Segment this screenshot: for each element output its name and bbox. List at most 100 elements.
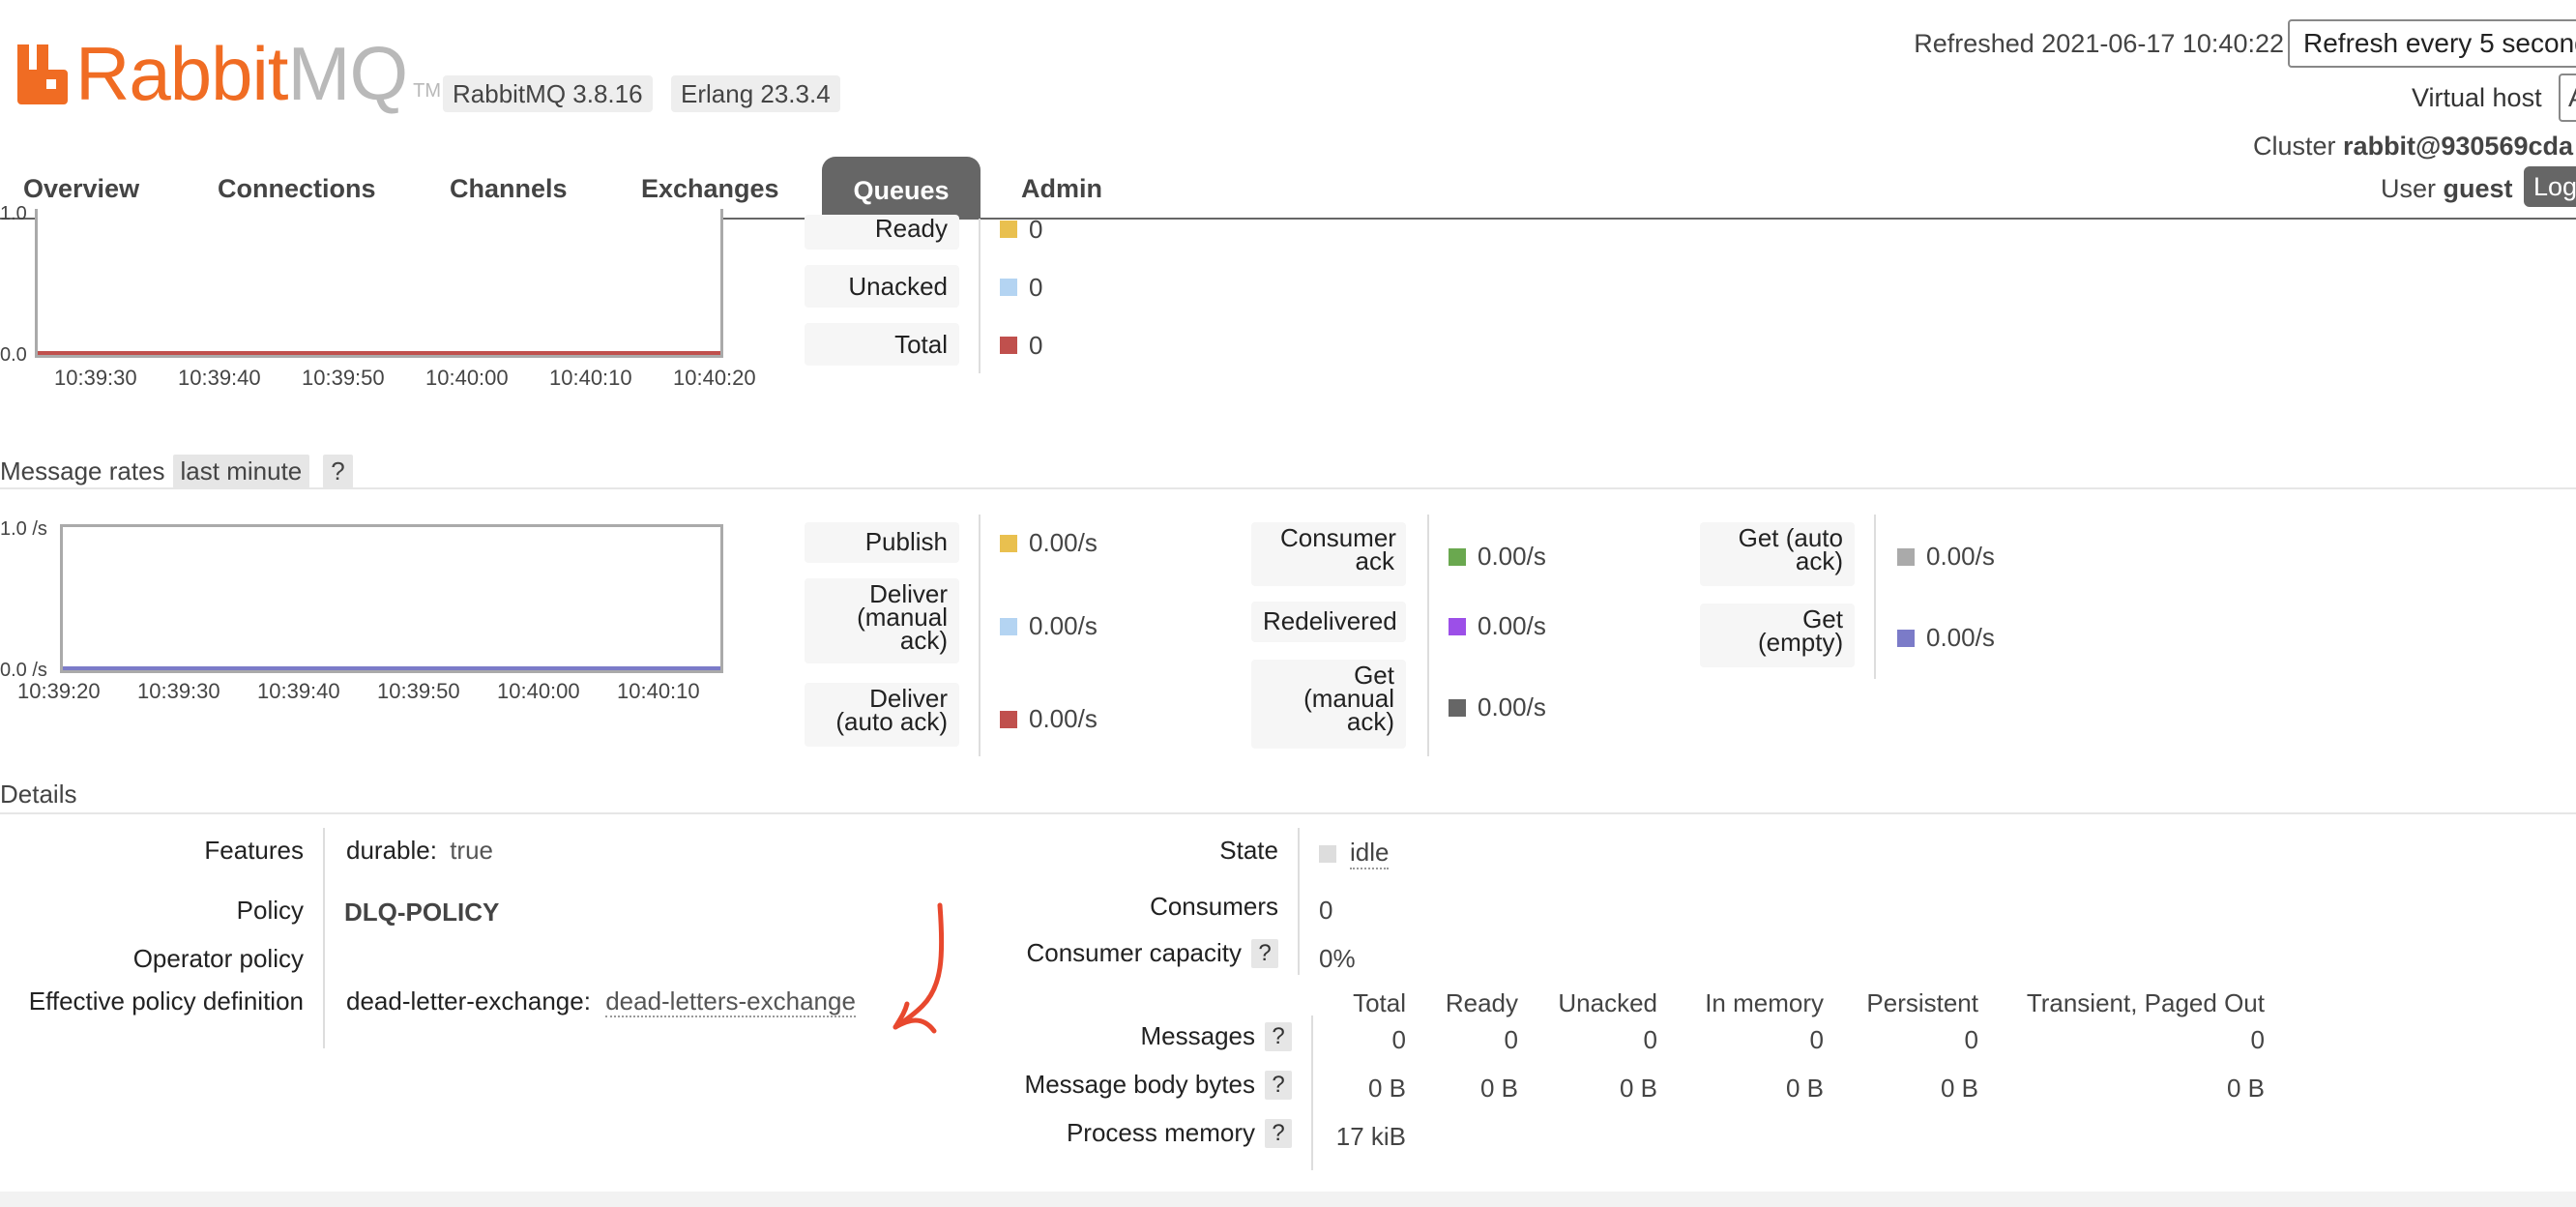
messages-persistent: 0 — [1964, 1025, 1978, 1054]
body-bytes-row-label: Message body bytes ? — [967, 1070, 1292, 1100]
messages-unacked: 0 — [1643, 1025, 1657, 1054]
get-auto-rate: 0.00/s — [1926, 542, 1995, 571]
process-memory-label: Process memory — [1066, 1118, 1255, 1147]
queued-y-top: 1.0 — [0, 203, 27, 224]
unacked-count: 0 — [1029, 272, 1043, 302]
rate-deliver-manual-label: Deliver (manual ack) — [805, 578, 959, 663]
rates-col3-separator — [1874, 515, 1876, 679]
logout-button[interactable]: Log out — [2524, 166, 2576, 207]
refresh-interval-select[interactable]: Refresh every 5 seconds — [2288, 19, 2576, 68]
queued-x-tick: 10:39:30 — [54, 366, 137, 390]
consumer-ack-rate: 0.00/s — [1478, 542, 1546, 571]
legend-total-value: 0 — [1000, 331, 1042, 360]
consumer-capacity-label: Consumer capacity — [1026, 938, 1242, 967]
message-rates-header: Message rates last minute ? — [0, 455, 353, 488]
rate-consumer-ack-label: Consumer ack — [1251, 522, 1406, 586]
rabbitmq-logo-icon — [17, 44, 68, 104]
deliver-auto-swatch — [1000, 710, 1017, 728]
queued-x-tick: 10:40:10 — [549, 366, 632, 390]
features-label: Features — [204, 836, 304, 865]
messages-label: Messages — [1140, 1021, 1256, 1050]
tab-channels[interactable]: Channels — [450, 174, 568, 204]
process-memory-help[interactable]: ? — [1265, 1118, 1292, 1148]
rate-deliver-auto-label: Deliver (auto ack) — [805, 683, 959, 747]
policy-label: Policy — [236, 896, 304, 925]
rate-redelivered-label: Redelivered — [1251, 602, 1406, 642]
messages-total: 0 — [1391, 1025, 1406, 1054]
deliver-manual-swatch — [1000, 617, 1017, 635]
consumer-ack-swatch — [1449, 547, 1466, 566]
tab-admin[interactable]: Admin — [1021, 174, 1102, 204]
body-bytes-ready: 0 B — [1479, 1074, 1518, 1103]
body-bytes-in-memory: 0 B — [1785, 1074, 1824, 1103]
message-rates-help[interactable]: ? — [323, 455, 353, 488]
red-arrow-annotation-icon — [893, 902, 945, 1034]
legend-ready-label: Ready — [805, 215, 959, 250]
effective-key: dead-letter-exchange: — [346, 986, 591, 1016]
messages-in-memory: 0 — [1809, 1025, 1824, 1054]
details-left-separator — [323, 828, 325, 1048]
get-empty-swatch — [1897, 629, 1915, 647]
cluster-info: Cluster rabbit@930569cda — [2253, 132, 2573, 162]
tab-exchanges[interactable]: Exchanges — [641, 174, 779, 204]
body-bytes-transient: 0 B — [2226, 1074, 2265, 1103]
deliver-manual-rate: 0.00/s — [1029, 611, 1098, 640]
col-header-persistent: Persistent — [1866, 988, 1978, 1017]
messages-help[interactable]: ? — [1265, 1021, 1292, 1051]
get-manual-rate: 0.00/s — [1478, 692, 1546, 721]
queued-x-tick: 10:39:50 — [302, 366, 385, 390]
redelivered-swatch — [1449, 617, 1466, 635]
rate-get-manual-label: Get (manual ack) — [1251, 660, 1406, 749]
effective-policy-label: Effective policy definition — [28, 986, 304, 1016]
rates-x-tick: 10:40:10 — [617, 679, 700, 703]
consumers-label: Consumers — [1150, 892, 1278, 921]
user-name: guest — [2443, 174, 2513, 203]
legend-ready-value: 0 — [1000, 215, 1042, 244]
consumer-capacity-row-label: Consumer capacity ? — [967, 938, 1278, 968]
rate-publish-label: Publish — [805, 522, 959, 563]
col-header-ready: Ready — [1445, 988, 1518, 1017]
brand-tm: TM — [413, 80, 442, 102]
tab-connections[interactable]: Connections — [218, 174, 376, 204]
rate-redelivered-value: 0.00/s — [1449, 611, 1546, 641]
rabbitmq-logo[interactable]: Rabbit MQ TM — [14, 35, 441, 112]
details-title[interactable]: Details — [0, 780, 76, 810]
messages-table-separator — [1311, 1016, 1313, 1170]
get-empty-rate: 0.00/s — [1926, 623, 1995, 652]
consumer-capacity-value: 0% — [1319, 944, 1356, 973]
body-bytes-unacked: 0 B — [1619, 1074, 1657, 1103]
rates-col2-separator — [1427, 515, 1429, 756]
consumer-capacity-help[interactable]: ? — [1251, 938, 1278, 968]
rabbitmq-version-badge: RabbitMQ 3.8.16 — [443, 75, 653, 112]
queued-x-tick: 10:39:40 — [178, 366, 261, 390]
message-rates-plot — [60, 524, 723, 673]
rates-y-top: 1.0 /s — [0, 518, 47, 540]
rate-deliver-auto-value: 0.00/s — [1000, 704, 1098, 734]
process-memory-value: 17 kiB — [1335, 1122, 1406, 1151]
user-info: User guest — [2381, 174, 2513, 204]
rates-x-tick: 10:39:40 — [257, 679, 340, 703]
state-idle-icon — [1319, 844, 1336, 863]
queued-messages-plot — [35, 209, 723, 358]
tab-queues[interactable]: Queues — [822, 157, 981, 219]
col-header-total: Total — [1353, 988, 1406, 1017]
queued-x-tick: 10:40:00 — [425, 366, 509, 390]
message-rates-title: Message rates — [0, 456, 165, 486]
state-label: State — [1219, 836, 1278, 865]
details-right-separator — [1298, 828, 1300, 975]
tab-overview[interactable]: Overview — [23, 174, 139, 204]
virtual-host-select[interactable]: A — [2559, 74, 2576, 122]
queued-total-line — [38, 351, 720, 355]
body-bytes-help[interactable]: ? — [1265, 1070, 1292, 1100]
page-footer — [0, 1192, 2576, 1207]
body-bytes-persistent: 0 B — [1940, 1074, 1978, 1103]
cluster-label: Cluster — [2253, 132, 2336, 161]
features-durable: true — [450, 836, 494, 865]
effective-policy-value: dead-letter-exchange: dead-letters-excha… — [346, 986, 856, 1017]
message-rates-range[interactable]: last minute — [172, 455, 310, 488]
rates-col1-separator — [979, 515, 981, 756]
policy-link[interactable]: DLQ-POLICY — [344, 898, 499, 927]
get-manual-swatch — [1449, 698, 1466, 717]
redelivered-rate: 0.00/s — [1478, 611, 1546, 640]
brand-mq: MQ — [287, 31, 408, 116]
